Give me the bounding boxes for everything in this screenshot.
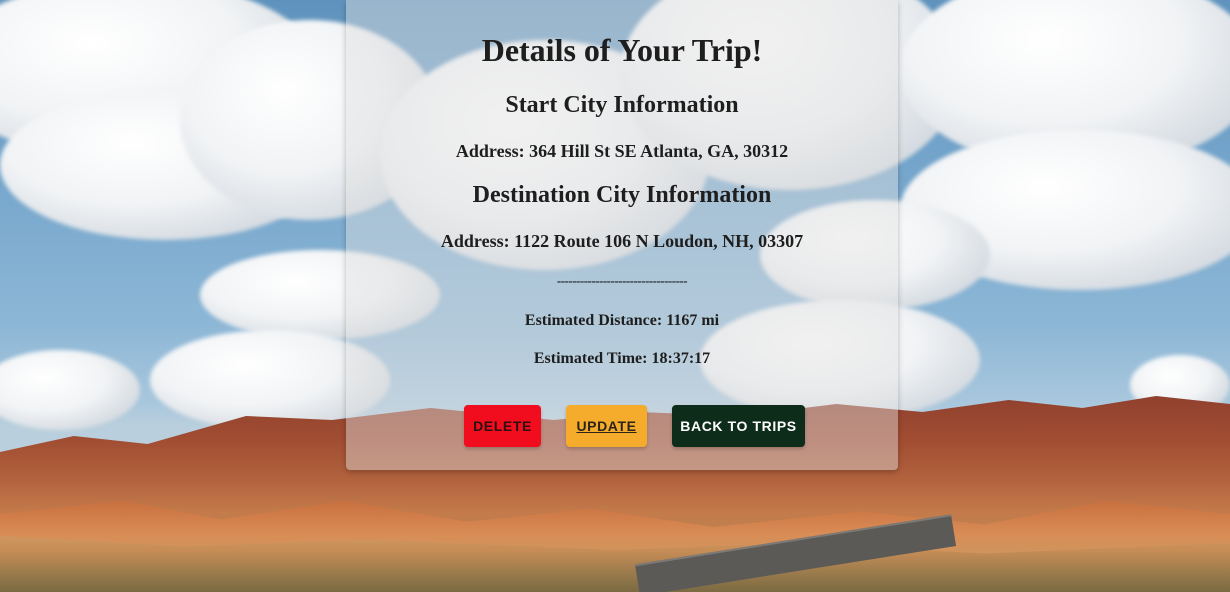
delete-button[interactable]: DELETE bbox=[464, 405, 541, 447]
cloud bbox=[0, 350, 140, 430]
start-city-heading: Start City Information bbox=[505, 92, 739, 118]
estimated-time: Estimated Time: 18:37:17 bbox=[533, 350, 711, 367]
page-title: Details of Your Trip! bbox=[481, 32, 763, 68]
destination-city-heading: Destination City Information bbox=[472, 182, 772, 208]
update-button[interactable]: UPDATE bbox=[566, 405, 647, 447]
start-city-address: Address: 364 Hill St SE Atlanta, GA, 303… bbox=[455, 141, 789, 161]
estimated-distance: Estimated Distance: 1167 mi bbox=[524, 312, 720, 329]
section-divider: ---------------------------------- bbox=[556, 273, 688, 288]
destination-city-address: Address: 1122 Route 106 N Loudon, NH, 03… bbox=[440, 231, 804, 251]
back-to-trips-button[interactable]: BACK TO TRIPS bbox=[672, 405, 805, 447]
trip-details-card: Details of Your Trip! Start City Informa… bbox=[346, 0, 898, 470]
